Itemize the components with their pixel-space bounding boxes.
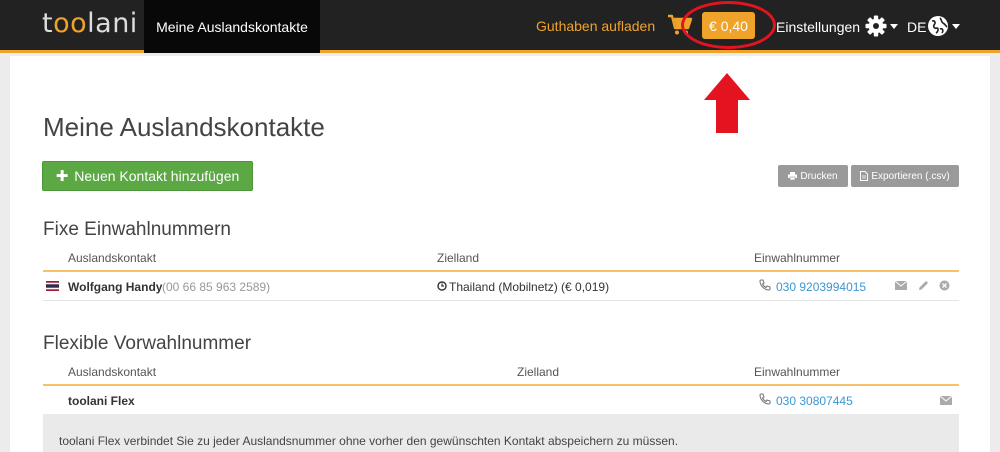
print-button[interactable]: Drucken: [778, 165, 848, 187]
annotation-ellipse: [681, 1, 776, 49]
globe-icon[interactable]: [927, 15, 949, 37]
envelope-icon[interactable]: [895, 281, 907, 290]
dialin-number-link[interactable]: 030 9203994015: [776, 280, 866, 294]
annotation-arrow-icon: [704, 73, 750, 133]
add-contact-button[interactable]: ✚ Neuen Kontakt hinzufügen: [42, 161, 253, 191]
phone-icon: [759, 279, 771, 291]
contact-number: (00 66 85 963 2589): [162, 280, 271, 294]
column-header-destination: Zielland: [517, 365, 560, 379]
flex-dialin-number-link[interactable]: 030 30807445: [776, 394, 853, 408]
column-header-destination: Zielland: [437, 251, 480, 265]
logo-suffix: lani: [87, 8, 138, 39]
export-label: Exportieren (.csv): [871, 170, 950, 182]
settings-menu[interactable]: Einstellungen: [776, 19, 860, 35]
table-row-divider: [43, 300, 959, 301]
logo-prefix: t: [42, 8, 54, 39]
pencil-icon[interactable]: [918, 280, 929, 291]
print-icon: [788, 172, 798, 180]
flex-contact-name[interactable]: toolani Flex: [68, 394, 135, 408]
envelope-icon[interactable]: [940, 396, 952, 405]
language-caret-icon: [952, 24, 960, 29]
column-header-dialin: Einwahlnummer: [754, 251, 841, 265]
flex-info-text: toolani Flex verbindet Sie zu jeder Ausl…: [59, 434, 679, 448]
table-header-divider: [43, 270, 959, 272]
section-title-flexible: Flexible Vorwahlnummer: [43, 333, 252, 354]
destination-country: Thailand (Mobilnetz) (€ 0,019): [449, 280, 610, 294]
language-selector[interactable]: DE: [907, 19, 926, 35]
flag-thailand-icon: [46, 281, 59, 291]
column-header-contact: Auslandskontakt: [68, 251, 157, 265]
section-title-fixed: Fixe Einwahlnummern: [43, 219, 231, 240]
export-csv-button[interactable]: Exportieren (.csv): [851, 165, 959, 187]
top-navbar: toolani Meine Auslandskontakte Guthaben …: [0, 0, 1000, 53]
toolani-logo[interactable]: toolani: [42, 8, 138, 39]
contact-name[interactable]: Wolfgang Handy: [68, 280, 162, 294]
add-contact-label: Neuen Kontakt hinzufügen: [74, 168, 240, 184]
clock-icon: [437, 281, 447, 291]
column-header-dialin: Einwahlnummer: [754, 365, 841, 379]
page-title: Meine Auslandskontakte: [43, 112, 325, 142]
logo-accent: oo: [53, 8, 88, 39]
plus-icon: ✚: [55, 168, 69, 185]
column-header-contact: Auslandskontakt: [68, 365, 157, 379]
file-icon: [860, 171, 869, 181]
nav-item-auslandskontakte[interactable]: Meine Auslandskontakte: [144, 0, 320, 53]
settings-caret-icon: [890, 24, 898, 29]
topup-link[interactable]: Guthaben aufladen: [536, 18, 655, 34]
print-label: Drucken: [800, 170, 838, 182]
phone-icon: [759, 393, 771, 405]
table-header-divider: [43, 384, 959, 386]
gear-icon[interactable]: [865, 15, 887, 37]
scrollbar-track[interactable]: [990, 56, 1000, 452]
remove-icon[interactable]: [939, 280, 950, 291]
